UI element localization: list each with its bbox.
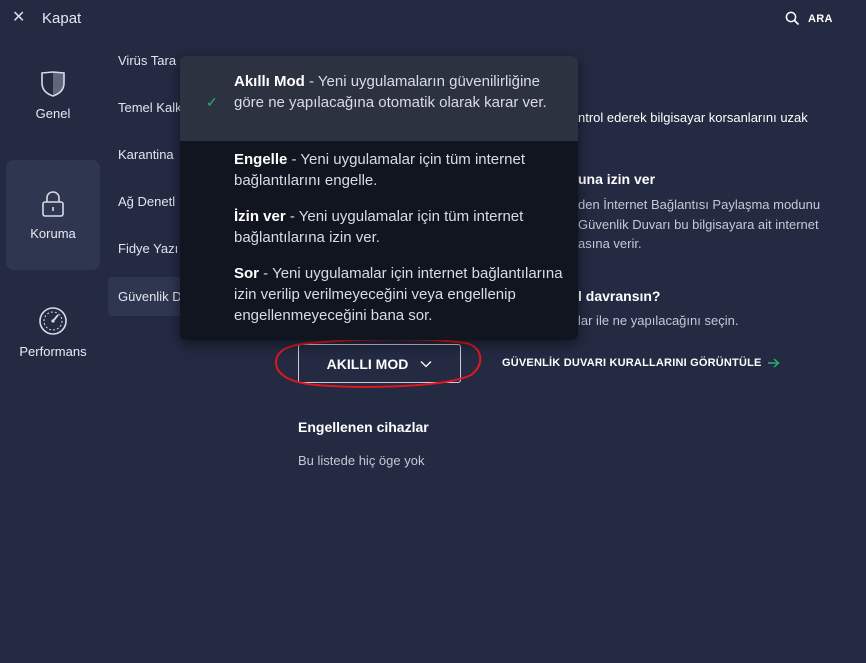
firewall-rules-label: GÜVENLİK DUVARI KURALLARINI GÖRÜNTÜLE [502,357,762,369]
search-label: ARA [808,12,833,25]
dropdown-option-sor[interactable]: Sor - Yeni uygulamalar için internet bağ… [180,255,578,340]
section-description-line: den İnternet Bağlantısı Paylaşma modunu [578,197,821,212]
option-name: Engelle [234,151,288,168]
subnav-item-temel-kalkanlar[interactable]: Temel Kalk [118,100,182,115]
section-title: una izin ver [578,171,656,187]
nav-label-koruma: Koruma [30,226,76,241]
dropdown-option-izin-ver[interactable]: İzin ver - Yeni uygulamalar için tüm int… [180,198,578,255]
speedometer-icon [39,307,67,335]
nav-item-koruma[interactable]: Koruma [6,160,100,270]
arrow-right-icon [767,358,780,368]
option-desc: - Yeni uygulamalar için internet bağlant… [234,265,563,324]
behavior-title: l davransın? [578,288,661,304]
behavior-description: lar ile ne yapılacağını seçin. [578,313,739,328]
nav-label-genel: Genel [35,106,71,121]
chevron-down-icon [420,360,432,367]
subnav-item-virus-tarama[interactable]: Virüs Tara [118,53,176,68]
option-name: Akıllı Mod [234,73,305,90]
nav-item-genel[interactable]: Genel [6,70,100,140]
section-description-line: Güvenlik Duvarı bu bilgisayara ait inter… [578,217,819,232]
subnav-item-fidye-yazilim[interactable]: Fidye Yazı [118,241,178,256]
option-name: İzin ver [234,208,286,225]
dropdown-option-engelle[interactable]: Engelle - Yeni uygulamalar için tüm inte… [180,141,578,198]
close-button[interactable]: ✕ Kapat [12,8,96,28]
firewall-rules-link[interactable]: GÜVENLİK DUVARI KURALLARINI GÖRÜNTÜLE [502,357,780,369]
section-description-line: asına verir. [578,236,642,251]
shield-icon [41,71,65,97]
nav-item-performans[interactable]: Performans [6,306,100,366]
blocked-devices-title: Engellenen cihazlar [298,419,429,435]
checkmark-icon: ✓ [206,94,218,110]
mode-dropdown-menu: ✓ Akıllı Mod - Yeni uygulamaların güveni… [180,56,578,340]
lock-icon [42,191,64,217]
close-icon: ✕ [12,9,26,26]
feature-description: ntrol ederek bilgisayar korsanlarını uza… [578,110,808,125]
mode-select-dropdown[interactable]: AKILLI MOD [298,344,461,383]
search-icon [785,11,800,26]
search-button[interactable]: ARA [785,11,833,26]
subnav-item-karantina[interactable]: Karantina [118,147,174,162]
subnav-item-guvenlik-duvari[interactable]: Güvenlik D [118,289,182,304]
mode-select-value: AKILLI MOD [326,355,409,372]
close-label: Kapat [42,9,82,27]
nav-label-performans: Performans [19,344,87,359]
option-name: Sor [234,265,260,282]
subnav-item-ag-denetleyicisi[interactable]: Ağ Denetl [118,194,175,209]
blocked-devices-empty: Bu listede hiç öge yok [298,453,425,468]
dropdown-option-akilli-mod[interactable]: ✓ Akıllı Mod - Yeni uygulamaların güveni… [180,56,578,141]
